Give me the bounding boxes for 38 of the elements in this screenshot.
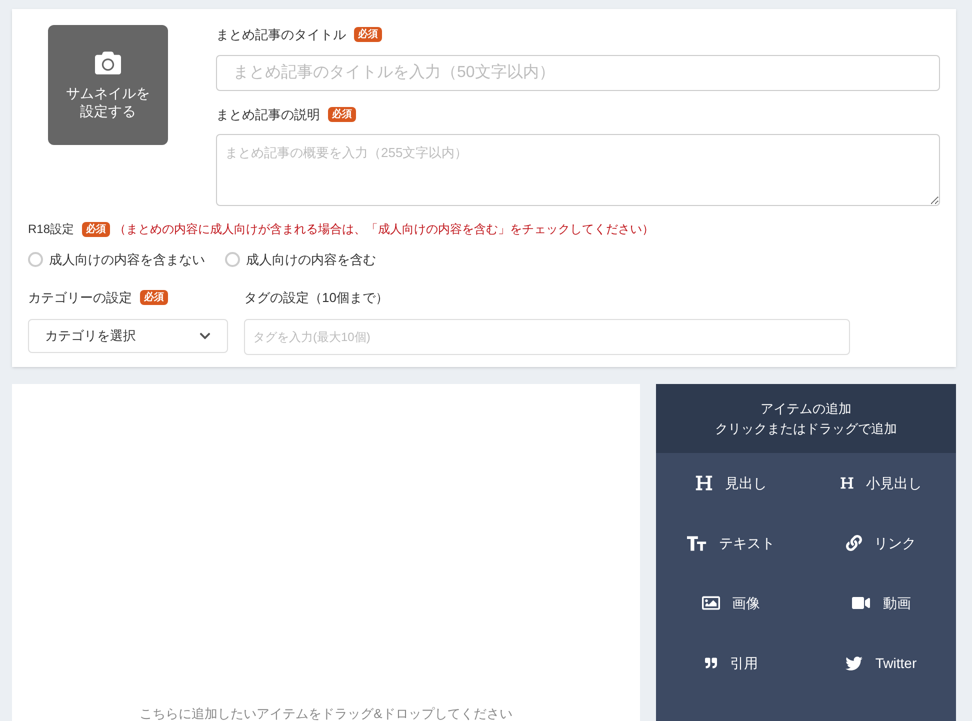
radio-option[interactable]: 成人向けの内容を含む: [225, 250, 376, 270]
add-item-button[interactable]: Twitter: [806, 633, 956, 693]
panel-subtitle: クリックまたはドラッグで追加: [715, 420, 897, 438]
add-item-button[interactable]: 引用: [656, 633, 806, 693]
description-input-field[interactable]: まとめ記事の概要を入力（255文字以内）: [216, 134, 940, 206]
tag-input-field[interactable]: タグを入力(最大10個): [244, 319, 850, 355]
drop-hint: こちらに追加したいアイテムをドラッグ&ドロップしてください: [140, 706, 512, 721]
add-item-button[interactable]: 小見出し: [806, 453, 956, 513]
required-badge: 必須: [140, 290, 168, 305]
category-select[interactable]: カテゴリを選択: [28, 319, 228, 353]
required-badge: 必須: [328, 106, 356, 122]
add-item-button[interactable]: 動画: [806, 573, 956, 633]
thumbnail-button[interactable]: サムネイルを 設定する: [48, 25, 168, 145]
add-item-button[interactable]: リンク: [806, 513, 956, 573]
video-camera-icon: [851, 595, 871, 611]
field-label: まとめ記事の説明: [216, 106, 320, 124]
heading-icon: [695, 474, 713, 492]
heading-icon: [840, 476, 854, 490]
add-item-button[interactable]: 画像: [656, 573, 806, 633]
quote-icon: [704, 657, 718, 669]
required-badge: 必須: [354, 27, 382, 42]
field-label: カテゴリーの設定: [28, 288, 132, 306]
image-icon: [702, 594, 720, 612]
field-label: まとめ記事のタイトル: [216, 26, 346, 44]
title-input-field[interactable]: まとめ記事のタイトルを入力（50文字以内）: [216, 54, 940, 90]
chevron-down-icon: [199, 330, 211, 342]
add-item-button[interactable]: 見出し: [656, 453, 806, 513]
r18-note: （まとめの内容に成人向けが含まれる場合は、「成人向けの内容を含む」をチェックしてください）: [114, 221, 654, 238]
text-size-icon: [687, 536, 707, 550]
field-label: タグの設定（10個まで）: [244, 288, 390, 306]
radio-option[interactable]: 成人向けの内容を含まない: [28, 250, 205, 270]
bird-icon: [845, 654, 864, 672]
panel-title: アイテムの追加: [760, 400, 852, 418]
add-item-button[interactable]: テキスト: [656, 513, 806, 573]
field-label: R18設定: [28, 221, 74, 238]
required-badge: 必須: [82, 222, 110, 236]
link-icon: [846, 535, 862, 551]
camera-icon: [92, 50, 124, 76]
